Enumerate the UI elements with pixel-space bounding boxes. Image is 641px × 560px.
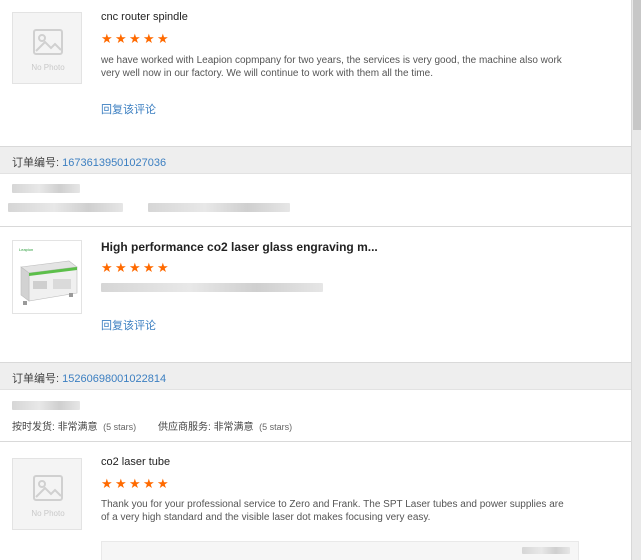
delivery-rating: 按时发货: 非常满意 (5 stars): [12, 418, 136, 433]
star-rating: ★ ★ ★ ★ ★: [101, 32, 169, 47]
no-photo-label: No Photo: [31, 63, 65, 72]
order-number-row: 订单编号: 15260698001022814: [12, 370, 166, 386]
order-number-link[interactable]: 16736139501027036: [62, 157, 166, 169]
service-label: 供应商服务:: [158, 422, 214, 433]
reviews-page: No Photo cnc router spindle ★ ★ ★ ★ ★ we…: [0, 0, 631, 560]
delivery-stars: (5 stars): [103, 422, 137, 432]
svg-text:Leapion: Leapion: [19, 247, 33, 252]
product-title[interactable]: co2 laser tube: [101, 456, 170, 468]
laser-machine-image: Leapion: [19, 247, 78, 305]
order-number-row: 订单编号: 16736139501027036: [12, 154, 166, 170]
divider: [0, 441, 631, 442]
order-header: 订单编号: 15260698001022814: [0, 362, 631, 390]
star-icon: ★: [115, 261, 127, 276]
star-icon: ★: [101, 261, 113, 276]
product-photo-placeholder[interactable]: No Photo: [12, 458, 82, 530]
scrollbar[interactable]: [631, 0, 641, 560]
supplier-reply-box: [101, 541, 579, 560]
star-icon: ★: [157, 477, 169, 492]
delivery-value: 非常满意: [57, 422, 98, 433]
product-title[interactable]: High performance co2 laser glass engravi…: [101, 240, 378, 254]
order-number-label: 订单编号:: [12, 157, 63, 169]
star-icon: ★: [143, 32, 155, 47]
reply-review-link[interactable]: 回复该评论: [101, 317, 156, 333]
scrollbar-thumb[interactable]: [633, 0, 641, 130]
image-placeholder-icon: [33, 475, 63, 501]
star-icon: ★: [157, 32, 169, 47]
service-value: 非常满意: [213, 422, 254, 433]
divider: [0, 226, 631, 227]
star-icon: ★: [129, 32, 141, 47]
review-text: we have worked with Leapion copmpany for…: [101, 55, 562, 79]
order-number-link[interactable]: 15260698001022814: [62, 373, 166, 385]
blurred-text: [12, 401, 80, 410]
star-icon: ★: [101, 477, 113, 492]
product-photo-placeholder[interactable]: No Photo: [12, 12, 82, 84]
blurred-text: [8, 203, 123, 212]
order-header: 订单编号: 16736139501027036: [0, 146, 631, 174]
star-icon: ★: [129, 261, 141, 276]
star-icon: ★: [157, 261, 169, 276]
star-rating: ★ ★ ★ ★ ★: [101, 477, 169, 492]
blurred-text: [148, 203, 290, 212]
no-photo-label: No Photo: [31, 509, 65, 518]
product-photo[interactable]: Leapion: [12, 240, 82, 314]
blurred-text: [101, 283, 323, 292]
delivery-label: 按时发货:: [12, 422, 58, 433]
star-icon: ★: [143, 477, 155, 492]
service-rating: 供应商服务: 非常满意 (5 stars): [158, 418, 292, 433]
star-rating: ★ ★ ★ ★ ★: [101, 261, 169, 276]
review-text: Thank you for your professional service …: [101, 499, 564, 523]
star-icon: ★: [129, 477, 141, 492]
order-number-label: 订单编号:: [12, 373, 63, 385]
image-placeholder-icon: [33, 29, 63, 55]
blurred-text: [522, 547, 570, 554]
star-icon: ★: [115, 477, 127, 492]
service-stars: (5 stars): [259, 422, 293, 432]
star-icon: ★: [101, 32, 113, 47]
reply-review-link[interactable]: 回复该评论: [101, 101, 156, 117]
blurred-text: [12, 184, 80, 193]
star-icon: ★: [115, 32, 127, 47]
product-title[interactable]: cnc router spindle: [101, 11, 188, 23]
star-icon: ★: [143, 261, 155, 276]
